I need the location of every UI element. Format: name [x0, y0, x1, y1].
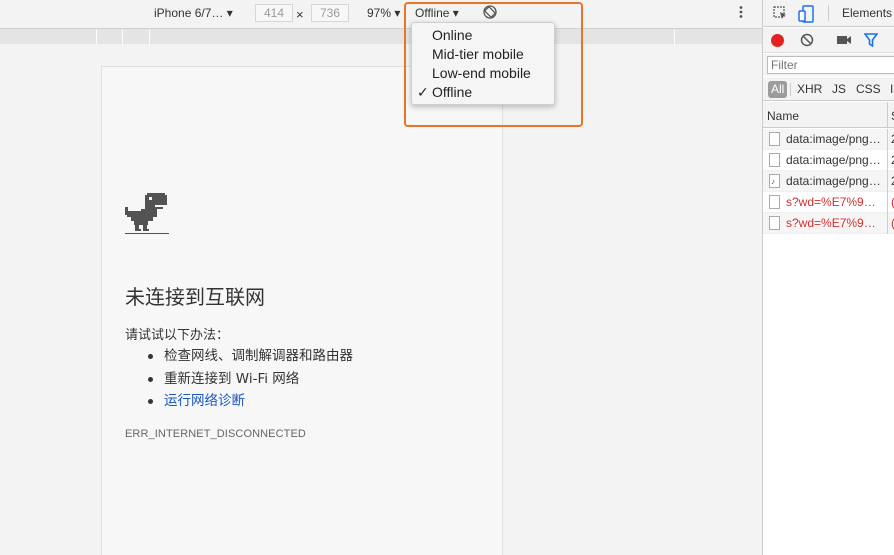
viewport-area: 未连接到互联网 请试试以下办法： 检查网线、调制解调器和路由器 重新连接到 Wi… [0, 44, 762, 555]
tab-separator [828, 5, 829, 21]
file-icon [769, 216, 780, 230]
request-status: ( [887, 192, 894, 213]
ruler-divider [149, 29, 150, 44]
error-code: ERR_INTERNET_DISCONNECTED [125, 428, 306, 440]
network-diagnostics-link[interactable]: 运行网络诊断 [148, 390, 353, 413]
width-input[interactable] [255, 4, 293, 22]
device-select[interactable]: iPhone 6/7… ▾ [154, 5, 233, 22]
resource-type-filters: All XHR JS CSS I [763, 77, 894, 101]
table-row[interactable]: s?wd=%E7%9… ( [763, 213, 894, 234]
filter-row [763, 54, 894, 76]
request-status: 2 [887, 129, 894, 150]
type-filter-xhr[interactable]: XHR [797, 81, 822, 98]
device-screen: 未连接到互联网 请试试以下办法： 检查网线、调制解调器和路由器 重新连接到 Wi… [101, 66, 503, 555]
request-status: 2 [887, 150, 894, 171]
request-name: data:image/png… [786, 132, 881, 146]
inspect-element-icon[interactable] [772, 5, 788, 24]
error-try-text: 请试试以下办法： [125, 328, 230, 343]
table-row[interactable]: data:image/png… 2 [763, 150, 894, 171]
table-row[interactable]: data:image/png… 2 [763, 171, 894, 192]
media-query-bar[interactable] [0, 28, 762, 44]
type-filter-css[interactable]: CSS [856, 81, 881, 98]
request-list: data:image/png… 2 data:image/png… 2 data… [763, 129, 894, 234]
table-row[interactable]: data:image/png… 2 [763, 129, 894, 150]
request-name: data:image/png… [786, 174, 881, 188]
file-icon [769, 195, 780, 209]
audio-file-icon [769, 171, 780, 192]
dinosaur-icon[interactable] [125, 193, 169, 240]
height-input[interactable] [311, 4, 349, 22]
screenshot-camera-icon[interactable] [836, 33, 852, 50]
dimension-separator: × [296, 7, 304, 22]
request-status: 2 [887, 171, 894, 192]
request-name: s?wd=%E7%9… [786, 195, 876, 209]
request-table-header: Name S [763, 102, 894, 128]
file-icon [769, 153, 780, 167]
request-name: data:image/png… [786, 153, 881, 167]
type-filter-all[interactable]: All [768, 81, 788, 98]
type-divider [790, 83, 791, 96]
suggestion-item: 检查网线、调制解调器和路由器 [148, 345, 353, 368]
clear-icon[interactable] [800, 33, 814, 50]
column-divider [887, 102, 888, 128]
devtools-panel: Elements All XHR JS CSS I [762, 0, 894, 555]
network-toolbar [763, 28, 894, 53]
suggestion-list: 检查网线、调制解调器和路由器 重新连接到 Wi-Fi 网络 运行网络诊断 [148, 345, 353, 413]
error-title: 未连接到互联网 [125, 285, 265, 309]
request-status: ( [887, 213, 894, 234]
request-name: s?wd=%E7%9… [786, 216, 876, 230]
annotation-highlight [404, 2, 583, 127]
zoom-select[interactable]: 97% ▾ [367, 5, 400, 22]
column-name[interactable]: Name [767, 109, 799, 123]
suggestion-item: 重新连接到 Wi-Fi 网络 [148, 368, 353, 391]
ruler-divider [674, 29, 675, 44]
file-icon [769, 132, 780, 146]
more-vertical-icon[interactable] [738, 4, 744, 21]
tab-elements[interactable]: Elements [842, 6, 892, 20]
ruler-divider [96, 29, 97, 44]
device-toolbar-icon[interactable] [798, 5, 814, 26]
devtools-tab-bar: Elements [763, 0, 894, 27]
record-icon[interactable] [771, 34, 784, 47]
table-row[interactable]: s?wd=%E7%9… ( [763, 192, 894, 213]
filter-input[interactable] [767, 56, 894, 74]
device-toolbar: iPhone 6/7… ▾ × 97% ▾ Offline ▾ [0, 0, 762, 27]
ruler-divider [122, 29, 123, 44]
type-filter-js[interactable]: JS [832, 81, 846, 98]
filter-icon[interactable] [863, 33, 879, 50]
type-filter-img[interactable]: I [890, 81, 893, 98]
